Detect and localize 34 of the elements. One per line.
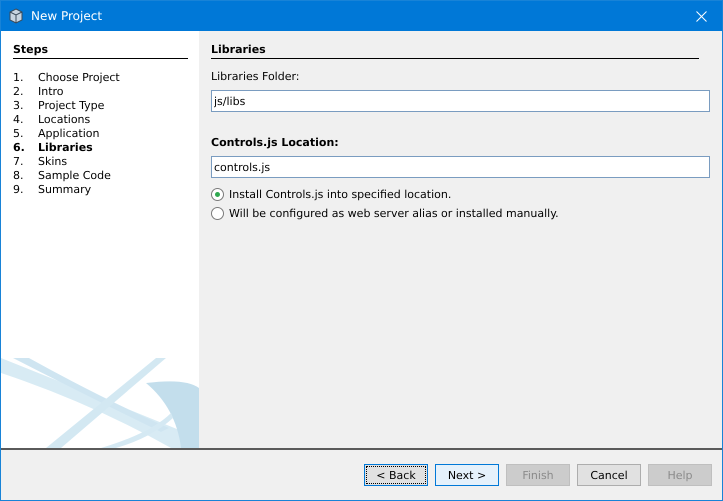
close-icon <box>696 10 706 22</box>
step-number: 7. <box>13 154 24 168</box>
step-number: 6. <box>13 140 26 154</box>
step-label: Choose Project <box>38 70 120 84</box>
dialog-button[interactable]: < Back <box>364 464 428 486</box>
step-number: 1. <box>13 70 24 84</box>
step-number: 3. <box>13 98 24 112</box>
step-label: Libraries <box>38 140 93 154</box>
step-number: 9. <box>13 182 24 196</box>
option-label: Install Controls.js into specified location. <box>229 188 452 201</box>
step-number: 5. <box>13 126 24 140</box>
radio-button[interactable] <box>211 188 224 201</box>
step-label: Skins <box>38 154 68 168</box>
field-label: Libraries Folder: <box>211 70 300 83</box>
dialog-button[interactable]: Next > <box>435 464 499 486</box>
window-title: New Project <box>31 9 104 23</box>
step-number: 2. <box>13 84 24 98</box>
radio-button[interactable] <box>211 207 224 220</box>
step-label: Sample Code <box>38 168 111 182</box>
input-field[interactable]: controls.js <box>211 156 710 178</box>
step-number: 8. <box>13 168 24 182</box>
input-field[interactable]: js/libs <box>211 90 710 112</box>
step-label: Project Type <box>38 98 104 112</box>
step-label: Application <box>38 126 100 140</box>
dialog-button[interactable]: Cancel <box>577 464 641 486</box>
step-number: 4. <box>13 112 24 126</box>
step-label: Summary <box>38 182 92 196</box>
option-label: Will be configured as web server alias or installed manually. <box>229 207 559 220</box>
panel-heading: Libraries <box>211 43 699 59</box>
steps-heading: Steps <box>13 43 188 59</box>
cube-icon <box>8 8 24 24</box>
step-label: Locations <box>38 112 90 126</box>
field-label: Controls.js Location: <box>211 136 339 149</box>
step-label: Intro <box>38 84 64 98</box>
